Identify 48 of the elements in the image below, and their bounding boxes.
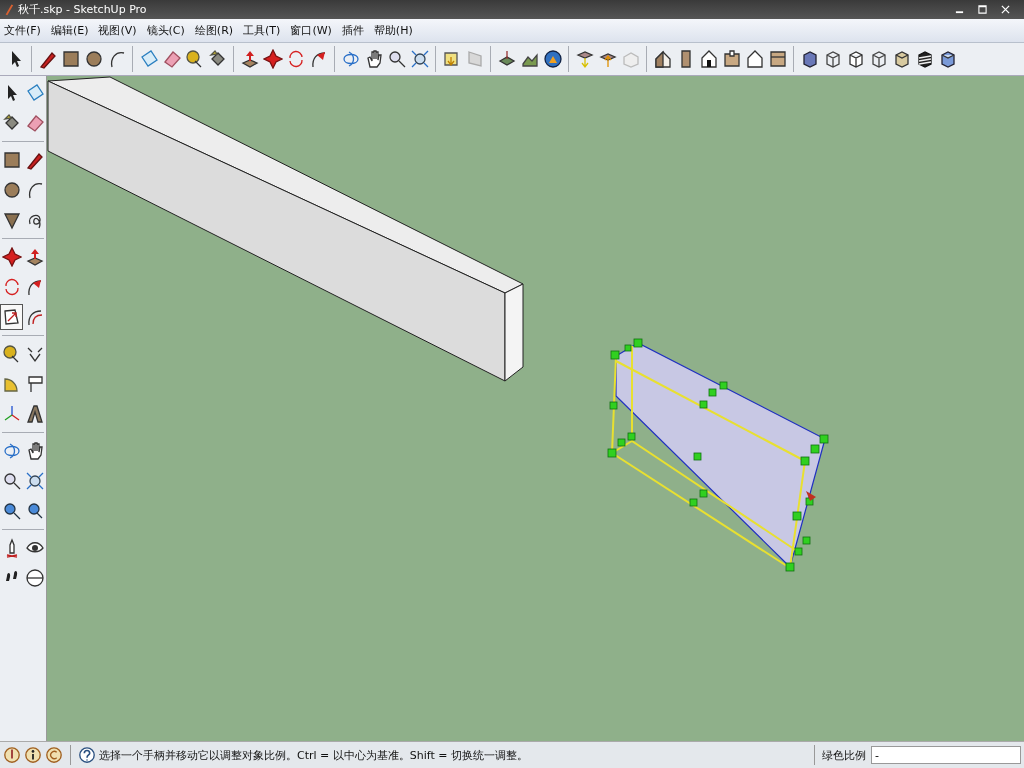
- status-message: 选择一个手柄并移动它以调整对象比例。Ctrl = 以中心为基准。Shift = 切换统一调整。: [99, 747, 529, 763]
- globe-icon: [542, 49, 563, 69]
- menu-item[interactable]: 窗口(W): [290, 23, 332, 38]
- close-icon[interactable]: [1001, 5, 1010, 14]
- pencil-icon: [4, 3, 14, 16]
- circle-pin-icon[interactable]: [3, 746, 21, 764]
- cursor-icon: [806, 491, 816, 501]
- square-icon: [60, 49, 81, 69]
- circle-icon: [83, 49, 104, 69]
- magnifier-icon: [386, 49, 407, 69]
- scale-tool-button[interactable]: [0, 304, 23, 330]
- magnifier-icon: [1, 471, 22, 491]
- magnifier-arrows-icon: [409, 49, 430, 69]
- menu-item[interactable]: 视图(V): [98, 23, 137, 38]
- maximize-icon[interactable]: [978, 5, 987, 14]
- split-square-icon: [767, 49, 788, 69]
- up-arrow-slab-icon: [24, 247, 45, 267]
- menu-item[interactable]: 编辑(E): [50, 23, 89, 38]
- four-point-star-icon: [262, 49, 283, 69]
- magnifier-icon: [1, 501, 22, 521]
- section-circle-icon: [24, 568, 45, 588]
- scale-icon: [1, 307, 22, 327]
- down-arrow-icon: [574, 49, 595, 69]
- orbit-icon: [340, 49, 361, 69]
- menu-item[interactable]: 镜头(C): [146, 23, 185, 38]
- orbit-icon: [1, 441, 22, 461]
- circle-icon: [1, 180, 22, 200]
- measurement-field[interactable]: -: [871, 746, 1021, 764]
- menu-item[interactable]: 绘图(R): [194, 23, 234, 38]
- four-point-star-icon: [1, 247, 22, 267]
- menu-item[interactable]: 文件(F): [4, 23, 41, 38]
- circle-c-icon[interactable]: [45, 746, 63, 764]
- triangle-icon: [1, 210, 22, 230]
- window-title: 秋千.skp - SketchUp Pro: [18, 2, 147, 17]
- square-icon: [1, 150, 22, 170]
- menu-item[interactable]: 插件: [341, 23, 364, 38]
- house-outline-icon: [744, 49, 765, 69]
- up-arrow-slab-icon: [239, 49, 260, 69]
- house-icon: [652, 49, 673, 69]
- help-icon[interactable]: [78, 746, 96, 764]
- letter-a-3d-icon: [24, 404, 45, 424]
- magnifier-arrows-icon: [24, 471, 45, 491]
- house-door-icon: [698, 49, 719, 69]
- circle-info-icon[interactable]: [24, 746, 42, 764]
- menu-item[interactable]: 帮助(H): [373, 23, 413, 38]
- menu-item[interactable]: 工具(T): [243, 23, 281, 38]
- measurement-label: 绿色比例: [822, 747, 867, 763]
- square-tab-icon: [721, 49, 742, 69]
